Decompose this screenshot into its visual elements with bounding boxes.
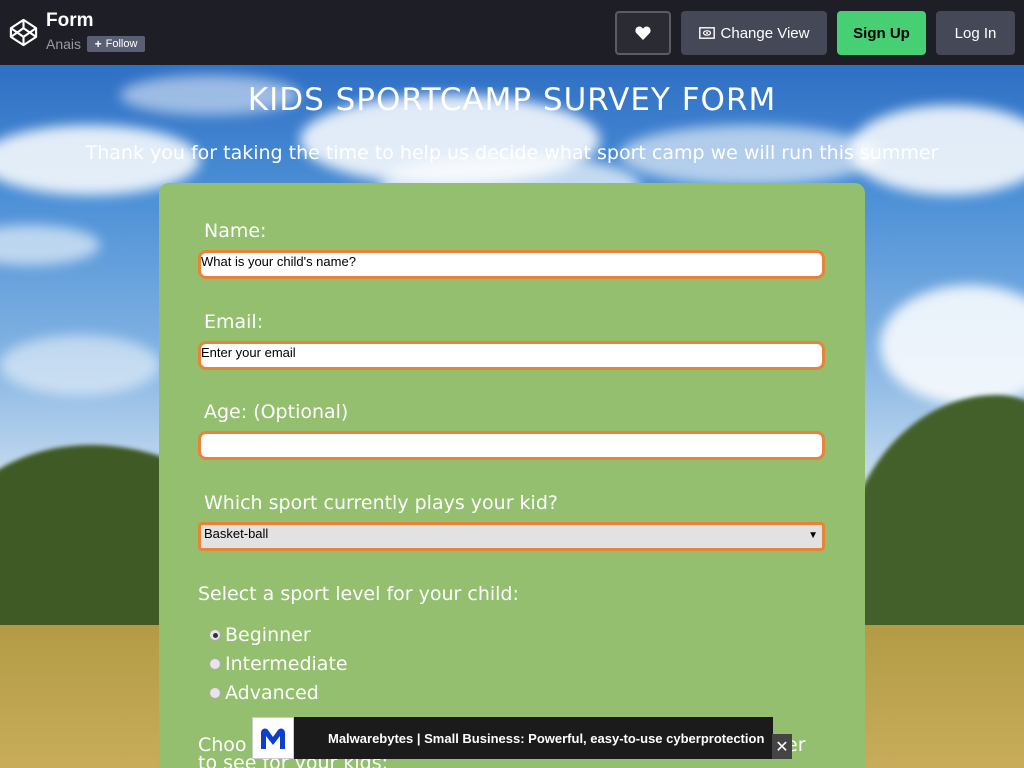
change-view-button[interactable]: Change View [681, 11, 827, 55]
log-in-button[interactable]: Log In [936, 11, 1015, 55]
radio-advanced[interactable] [209, 687, 221, 699]
heart-icon [635, 26, 651, 40]
radio-label-beginner: Beginner [225, 624, 311, 646]
follow-label: Follow [105, 38, 138, 50]
ad-close-button[interactable]: ✕ [772, 734, 792, 759]
top-bar: Form Anais + Follow Change View Sign Up … [0, 0, 1024, 65]
email-input[interactable]: Enter your email [198, 341, 825, 370]
codepen-logo-icon[interactable] [8, 17, 39, 48]
close-icon: ✕ [775, 738, 789, 756]
change-view-icon [698, 27, 715, 39]
age-input[interactable] [198, 431, 825, 460]
email-placeholder: Enter your email [201, 345, 296, 360]
change-view-label: Change View [720, 24, 810, 42]
pen-title: Form [46, 10, 94, 31]
ad-banner[interactable]: Malwarebytes | Small Business: Powerful,… [252, 717, 773, 759]
dropdown-arrow-icon: ▼ [808, 530, 818, 541]
ad-text: Malwarebytes | Small Business: Powerful,… [328, 730, 765, 746]
survey-form: Name: What is your child's name? Email: … [159, 183, 865, 768]
plus-icon: + [94, 37, 102, 51]
sport-label: Which sport currently plays your kid? [204, 492, 558, 514]
email-label: Email: [204, 311, 264, 333]
level-option-beginner[interactable]: Beginner [209, 624, 311, 646]
name-input[interactable]: What is your child's name? [198, 250, 825, 279]
author-link[interactable]: Anais [46, 36, 81, 52]
page-title: KIDS SPORTCAMP SURVEY FORM [247, 82, 777, 118]
name-label: Name: [204, 220, 267, 242]
sport-selected-value: Basket-ball [204, 526, 269, 541]
level-option-intermediate[interactable]: Intermediate [209, 653, 348, 675]
sport-select[interactable]: Basket-ball ▼ [198, 522, 825, 551]
radio-intermediate[interactable] [209, 658, 221, 670]
heart-button[interactable] [615, 11, 671, 55]
radio-label-intermediate: Intermediate [225, 653, 348, 675]
radio-label-advanced: Advanced [225, 682, 319, 704]
sign-up-button[interactable]: Sign Up [837, 11, 926, 55]
page-subtitle: Thank you for taking the time to help us… [85, 142, 939, 164]
radio-beginner[interactable] [209, 629, 221, 641]
malwarebytes-logo-icon [252, 717, 294, 759]
age-label: Age: (Optional) [204, 401, 349, 423]
level-option-advanced[interactable]: Advanced [209, 682, 319, 704]
name-placeholder: What is your child's name? [201, 254, 356, 269]
level-label: Select a sport level for your child: [198, 583, 519, 605]
follow-button[interactable]: + Follow [87, 36, 145, 52]
